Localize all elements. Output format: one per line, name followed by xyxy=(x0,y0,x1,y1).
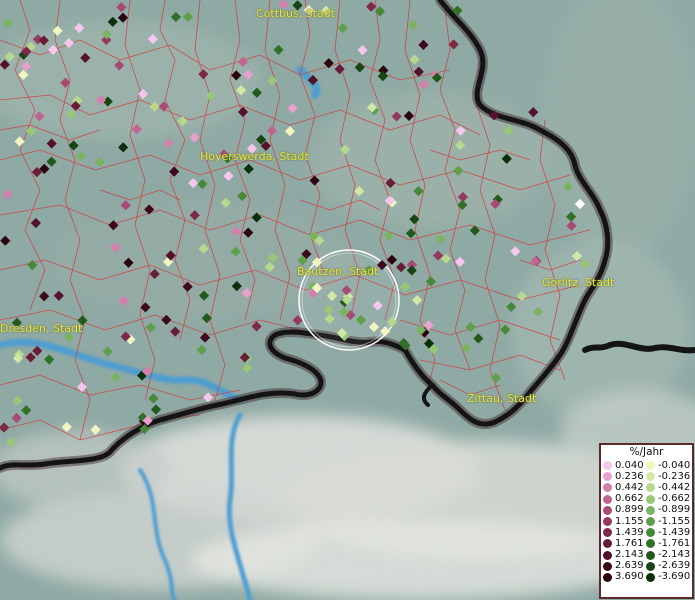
legend-value: 1.761 xyxy=(615,537,644,549)
legend-value: -0.662 xyxy=(658,493,691,505)
legend-value: 0.899 xyxy=(615,504,644,516)
legend-entry-positive: 0.662 xyxy=(601,494,646,504)
legend-swatch xyxy=(646,561,655,571)
legend-value: 2.143 xyxy=(615,549,644,561)
legend-entry-negative: -0.236 xyxy=(646,470,692,482)
legend-entry-negative: -0.040 xyxy=(646,459,692,471)
map-base-layer xyxy=(0,0,695,600)
legend-value: 1.155 xyxy=(615,515,644,527)
legend-value: 0.040 xyxy=(615,459,644,471)
legend-entry-positive: 0.236 xyxy=(601,470,646,482)
legend-value: -0.442 xyxy=(658,481,691,493)
legend-entry-negative: -0.442 xyxy=(646,481,692,493)
legend-entry-negative: -2.639 xyxy=(646,561,692,571)
legend-row: 0.442 -0.442 xyxy=(601,482,692,493)
legend-swatch xyxy=(603,461,612,471)
legend-swatch xyxy=(603,572,612,582)
map-view[interactable]: Cottbus, Stadt Hoyerswerda, Stadt Bautze… xyxy=(0,0,695,600)
city-label-dresden: Dresden, Stadt xyxy=(0,322,83,335)
legend-swatch xyxy=(603,539,612,549)
legend-swatch xyxy=(603,472,612,482)
legend-title: %/Jahr xyxy=(629,446,664,458)
legend-row: 0.899 -0.899 xyxy=(601,505,692,516)
legend-value: 1.439 xyxy=(615,526,644,538)
legend-row: 1.439 -1.439 xyxy=(601,527,692,538)
legend-swatch xyxy=(603,561,612,571)
legend-swatch xyxy=(646,528,655,538)
legend-rows: 0.040 -0.040 0.236 -0.236 0.442 -0.442 0.662 -0… xyxy=(601,460,692,583)
legend-value: 0.662 xyxy=(615,493,644,505)
legend-swatch xyxy=(646,572,655,582)
legend-swatch xyxy=(603,494,612,504)
legend-row: 1.761 -1.761 xyxy=(601,538,692,549)
legend-row: 1.155 -1.155 xyxy=(601,516,692,527)
city-label-hoyerswerda: Hoyerswerda, Stadt xyxy=(200,150,309,163)
legend-value: -1.761 xyxy=(658,537,691,549)
legend-row: 3.690 -3.690 xyxy=(601,572,692,583)
legend-value: -1.155 xyxy=(658,515,691,527)
legend-entry-positive: 1.761 xyxy=(601,537,646,549)
legend-row: 2.143 -2.143 xyxy=(601,550,692,561)
legend-swatch xyxy=(603,550,612,560)
legend-value: -2.639 xyxy=(658,560,691,572)
map-legend: %/Jahr 0.040 -0.040 0.236 -0.236 0.442 -0.442… xyxy=(599,443,694,599)
legend-row: 0.236 -0.236 xyxy=(601,471,692,482)
legend-value: -0.040 xyxy=(658,459,691,471)
legend-value: -0.899 xyxy=(658,504,691,516)
legend-entry-positive: 1.439 xyxy=(601,526,646,538)
legend-swatch xyxy=(646,494,655,504)
legend-entry-negative: -0.899 xyxy=(646,505,692,515)
legend-value: 0.236 xyxy=(615,470,644,482)
legend-row: 0.040 -0.040 xyxy=(601,460,692,471)
legend-swatch xyxy=(646,461,655,471)
legend-entry-negative: -0.662 xyxy=(646,494,692,504)
legend-swatch xyxy=(646,550,655,560)
city-label-zittau: Zittau, Stadt xyxy=(467,392,537,405)
legend-value: -0.236 xyxy=(658,470,691,482)
legend-swatch xyxy=(646,483,655,493)
legend-value: 2.639 xyxy=(615,560,644,572)
legend-value: 3.690 xyxy=(615,571,644,583)
legend-entry-negative: -1.155 xyxy=(646,515,692,527)
city-label-bautzen: Bautzen, Stadt xyxy=(297,265,379,278)
legend-swatch xyxy=(646,505,655,515)
legend-value: -2.143 xyxy=(658,549,691,561)
legend-swatch xyxy=(603,483,612,493)
legend-swatch xyxy=(646,472,655,482)
legend-entry-negative: -3.690 xyxy=(646,572,692,582)
legend-swatch xyxy=(603,517,612,527)
legend-entry-negative: -1.761 xyxy=(646,537,692,549)
legend-entry-positive: 2.143 xyxy=(601,550,646,560)
legend-row: 2.639 -2.639 xyxy=(601,561,692,572)
legend-entry-positive: 0.442 xyxy=(601,481,646,493)
legend-entry-positive: 1.155 xyxy=(601,515,646,527)
legend-value: -1.439 xyxy=(658,526,691,538)
legend-entry-positive: 3.690 xyxy=(601,572,646,582)
legend-swatch xyxy=(646,517,655,527)
city-label-goerlitz: Görlitz, Stadt xyxy=(542,276,615,289)
legend-entry-negative: -2.143 xyxy=(646,550,692,560)
legend-entry-negative: -1.439 xyxy=(646,526,692,538)
legend-swatch xyxy=(603,528,612,538)
legend-entry-positive: 0.040 xyxy=(601,459,646,471)
city-label-cottbus: Cottbus, Stadt xyxy=(256,7,336,20)
legend-swatch xyxy=(603,505,612,515)
legend-row: 0.662 -0.662 xyxy=(601,494,692,505)
legend-swatch xyxy=(646,539,655,549)
legend-value: -3.690 xyxy=(658,571,691,583)
legend-entry-positive: 2.639 xyxy=(601,561,646,571)
legend-value: 0.442 xyxy=(615,481,644,493)
legend-entry-positive: 0.899 xyxy=(601,505,646,515)
